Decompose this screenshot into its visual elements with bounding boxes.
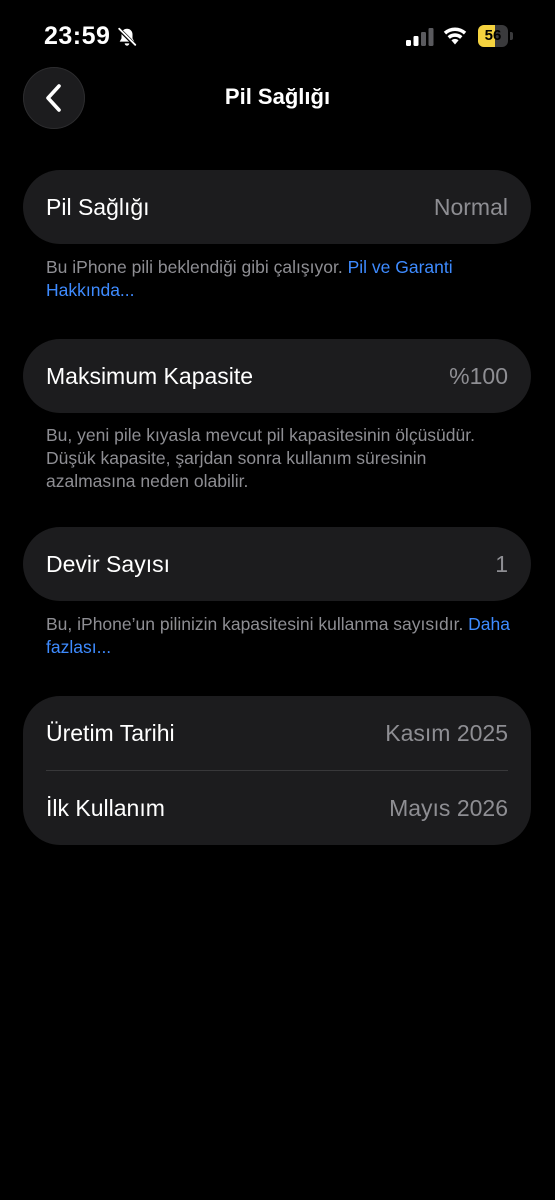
- cellular-signal-icon: [406, 28, 434, 46]
- battery-health-label: Pil Sağlığı: [46, 193, 150, 220]
- bell-slash-icon: [117, 27, 137, 47]
- battery-health-card: Pil Sağlığı Normal: [23, 170, 531, 244]
- battery-health-footnote: Bu iPhone pili beklendiği gibi çalışıyor…: [46, 256, 516, 302]
- manufacture-date-label: Üretim Tarihi: [46, 719, 175, 746]
- cycle-count-description: Bu, iPhone’un pilinizin kapasitesini kul…: [46, 614, 469, 634]
- maximum-capacity-footnote: Bu, yeni pile kıyasla mevcut pil kapasit…: [46, 424, 516, 493]
- cycle-count-row: Devir Sayısı 1: [23, 527, 531, 601]
- manufacture-date-row: Üretim Tarihi Kasım 2025: [23, 696, 531, 770]
- page-title: Pil Sağlığı: [224, 84, 331, 109]
- cycle-count-value: 1: [495, 550, 508, 577]
- wifi-icon: [443, 27, 467, 45]
- cycle-count-label: Devir Sayısı: [46, 550, 170, 577]
- first-use-label: İlk Kullanım: [46, 794, 165, 821]
- first-use-row: İlk Kullanım Mayıs 2026: [23, 771, 531, 845]
- battery-icon: 56: [478, 25, 514, 47]
- first-use-value: Mayıs 2026: [389, 794, 508, 821]
- cycle-count-card: Devir Sayısı 1: [23, 527, 531, 601]
- maximum-capacity-row: Maksimum Kapasite %100: [23, 339, 531, 413]
- maximum-capacity-card: Maksimum Kapasite %100: [23, 339, 531, 413]
- cycle-count-footnote: Bu, iPhone’un pilinizin kapasitesini kul…: [46, 613, 516, 659]
- maximum-capacity-description: Bu, yeni pile kıyasla mevcut pil kapasit…: [46, 425, 475, 491]
- status-bar: 23:59 56: [0, 0, 555, 70]
- battery-health-value: Normal: [433, 193, 508, 220]
- maximum-capacity-value: %100: [449, 362, 508, 389]
- battery-health-row: Pil Sağlığı Normal: [23, 170, 531, 244]
- battery-dates-card: Üretim Tarihi Kasım 2025 İlk Kullanım Ma…: [23, 696, 531, 845]
- battery-level: 56: [484, 27, 502, 44]
- maximum-capacity-label: Maksimum Kapasite: [46, 362, 254, 389]
- status-time: 23:59: [44, 22, 111, 50]
- battery-health-description: Bu iPhone pili beklendiği gibi çalışıyor…: [46, 257, 348, 277]
- manufacture-date-value: Kasım 2025: [385, 719, 508, 746]
- battery-health-screen: 23:59 56 Pil Sağlığı Pil Sağlığı Normal …: [0, 0, 555, 1200]
